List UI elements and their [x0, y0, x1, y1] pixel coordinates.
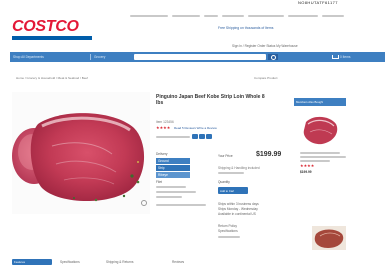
features-text-bar: [156, 135, 190, 138]
cart-icon: [332, 55, 339, 59]
beef-image: [12, 113, 145, 202]
features-badge-3[interactable]: [206, 134, 212, 139]
product-title: Pinguino Japan Beef Kobe Strip Loin Whol…: [156, 94, 265, 107]
zoom-icon[interactable]: [141, 200, 147, 206]
tab-features[interactable]: Features: [12, 259, 52, 265]
qty-label: Quantity: [218, 180, 230, 184]
option-label-1: Ground: [158, 159, 169, 163]
add-to-cart-label: Add to Cart: [220, 188, 235, 193]
option-label-2: Strip: [158, 166, 165, 170]
option-label-3: Ribeye: [158, 173, 168, 177]
sidebar-card-line-2: [300, 156, 346, 158]
cart-button[interactable]: 0 Items: [330, 52, 382, 62]
top-link-1[interactable]: [130, 15, 168, 17]
logo-wordmark: COSTCO: [12, 18, 79, 35]
option-desc-2: [156, 191, 196, 193]
add-to-cart-button[interactable]: Add to Cart: [218, 187, 248, 194]
sidebar-card-line-1: [300, 152, 340, 154]
features-row: [156, 134, 236, 139]
option-row-3[interactable]: Ribeye: [156, 172, 190, 178]
sidebar-header-label: Members Also Bought: [296, 100, 324, 104]
sidebar-beef-image: [303, 116, 338, 145]
product-price: $199.99: [256, 151, 282, 158]
nav-shop-departments[interactable]: Shop All Departments: [13, 52, 85, 62]
warranty-line-2[interactable]: Specifications: [218, 229, 258, 233]
warranty-line-1[interactable]: Return Policy: [218, 224, 258, 228]
nav-divider: [90, 54, 91, 60]
top-links: [130, 14, 385, 18]
sidebar-product-image-2[interactable]: [312, 226, 346, 250]
product-image[interactable]: [12, 92, 150, 214]
logo-underline: [12, 36, 92, 40]
breadcrumb[interactable]: Home / Grocery & Household / Meat & Seaf…: [16, 76, 156, 80]
option-row-4[interactable]: Filet: [156, 180, 190, 184]
sidebar-header: Members Also Bought: [294, 98, 346, 106]
main-nav-bar: Shop All Departments Grocery 0 Items: [10, 52, 385, 62]
option-row-2[interactable]: Strip: [156, 165, 190, 171]
tab-specifications[interactable]: Specifications: [60, 260, 100, 264]
rating-stars[interactable]: ★★★★: [156, 126, 170, 130]
option-desc-4: [156, 204, 206, 206]
info-line-2: Ships Monday - Wednesday: [218, 207, 258, 211]
account-links[interactable]: Sign In / Register Order Status My Wareh…: [232, 44, 384, 48]
delivery-label: Delivery: [156, 152, 168, 156]
cart-label: 0 Items: [340, 55, 351, 59]
warranty-line-3: [218, 236, 240, 238]
top-link-4[interactable]: [222, 15, 244, 17]
features-badge-1[interactable]: [192, 134, 198, 139]
top-link-2[interactable]: [172, 15, 200, 17]
costco-logo[interactable]: COSTCO: [12, 18, 94, 40]
reviews-link[interactable]: Read 5 Reviews Write a Review: [174, 126, 254, 130]
option-list: Ground Strip Ribeye Filet: [156, 158, 212, 216]
sidebar-card-text[interactable]: ★★★★ $199.99: [300, 152, 350, 182]
your-price-label: Your Price: [218, 154, 233, 158]
features-badge-2[interactable]: [199, 134, 205, 139]
search-button[interactable]: [268, 54, 278, 60]
search-input[interactable]: [134, 54, 266, 60]
tab-shipping[interactable]: Shipping & Returns: [106, 260, 166, 264]
top-link-3[interactable]: [204, 15, 218, 17]
top-link-5[interactable]: [248, 15, 284, 17]
item-number: Item 123456: [156, 120, 174, 124]
shipping-note: Shipping & Handling included: [218, 166, 260, 170]
top-right-id: NO8HUTATF61177: [298, 1, 338, 5]
option-desc-1: [156, 186, 186, 188]
info-line-3: Available in continental US: [218, 212, 256, 216]
sidebar-card-stars: ★★★★: [300, 164, 315, 168]
option-row-1[interactable]: Ground: [156, 158, 190, 164]
sidebar-product-image[interactable]: [300, 112, 340, 148]
tab-features-label: Features: [14, 260, 26, 264]
sidebar-card-line-3: [300, 160, 330, 162]
promo-text[interactable]: Free Shipping on thousands of Items: [218, 26, 384, 30]
nav-grocery[interactable]: Grocery: [94, 52, 124, 62]
tab-reviews[interactable]: Reviews: [172, 260, 212, 264]
search-icon: [271, 55, 276, 60]
shipping-note-2: [218, 172, 244, 174]
sidebar-card-price: $199.99: [300, 170, 312, 174]
option-desc-3: [156, 196, 182, 198]
top-link-7[interactable]: [322, 15, 344, 17]
compare-product[interactable]: Compare Product: [254, 76, 314, 80]
info-block: Ships within 3 business days Ships Monda…: [218, 202, 288, 258]
product-tabs: Features Specifications Shipping & Retur…: [12, 259, 282, 265]
top-link-6[interactable]: [288, 15, 318, 17]
sidebar-beef-image-2: [312, 226, 346, 250]
info-line-1: Ships within 3 business days: [218, 202, 259, 206]
